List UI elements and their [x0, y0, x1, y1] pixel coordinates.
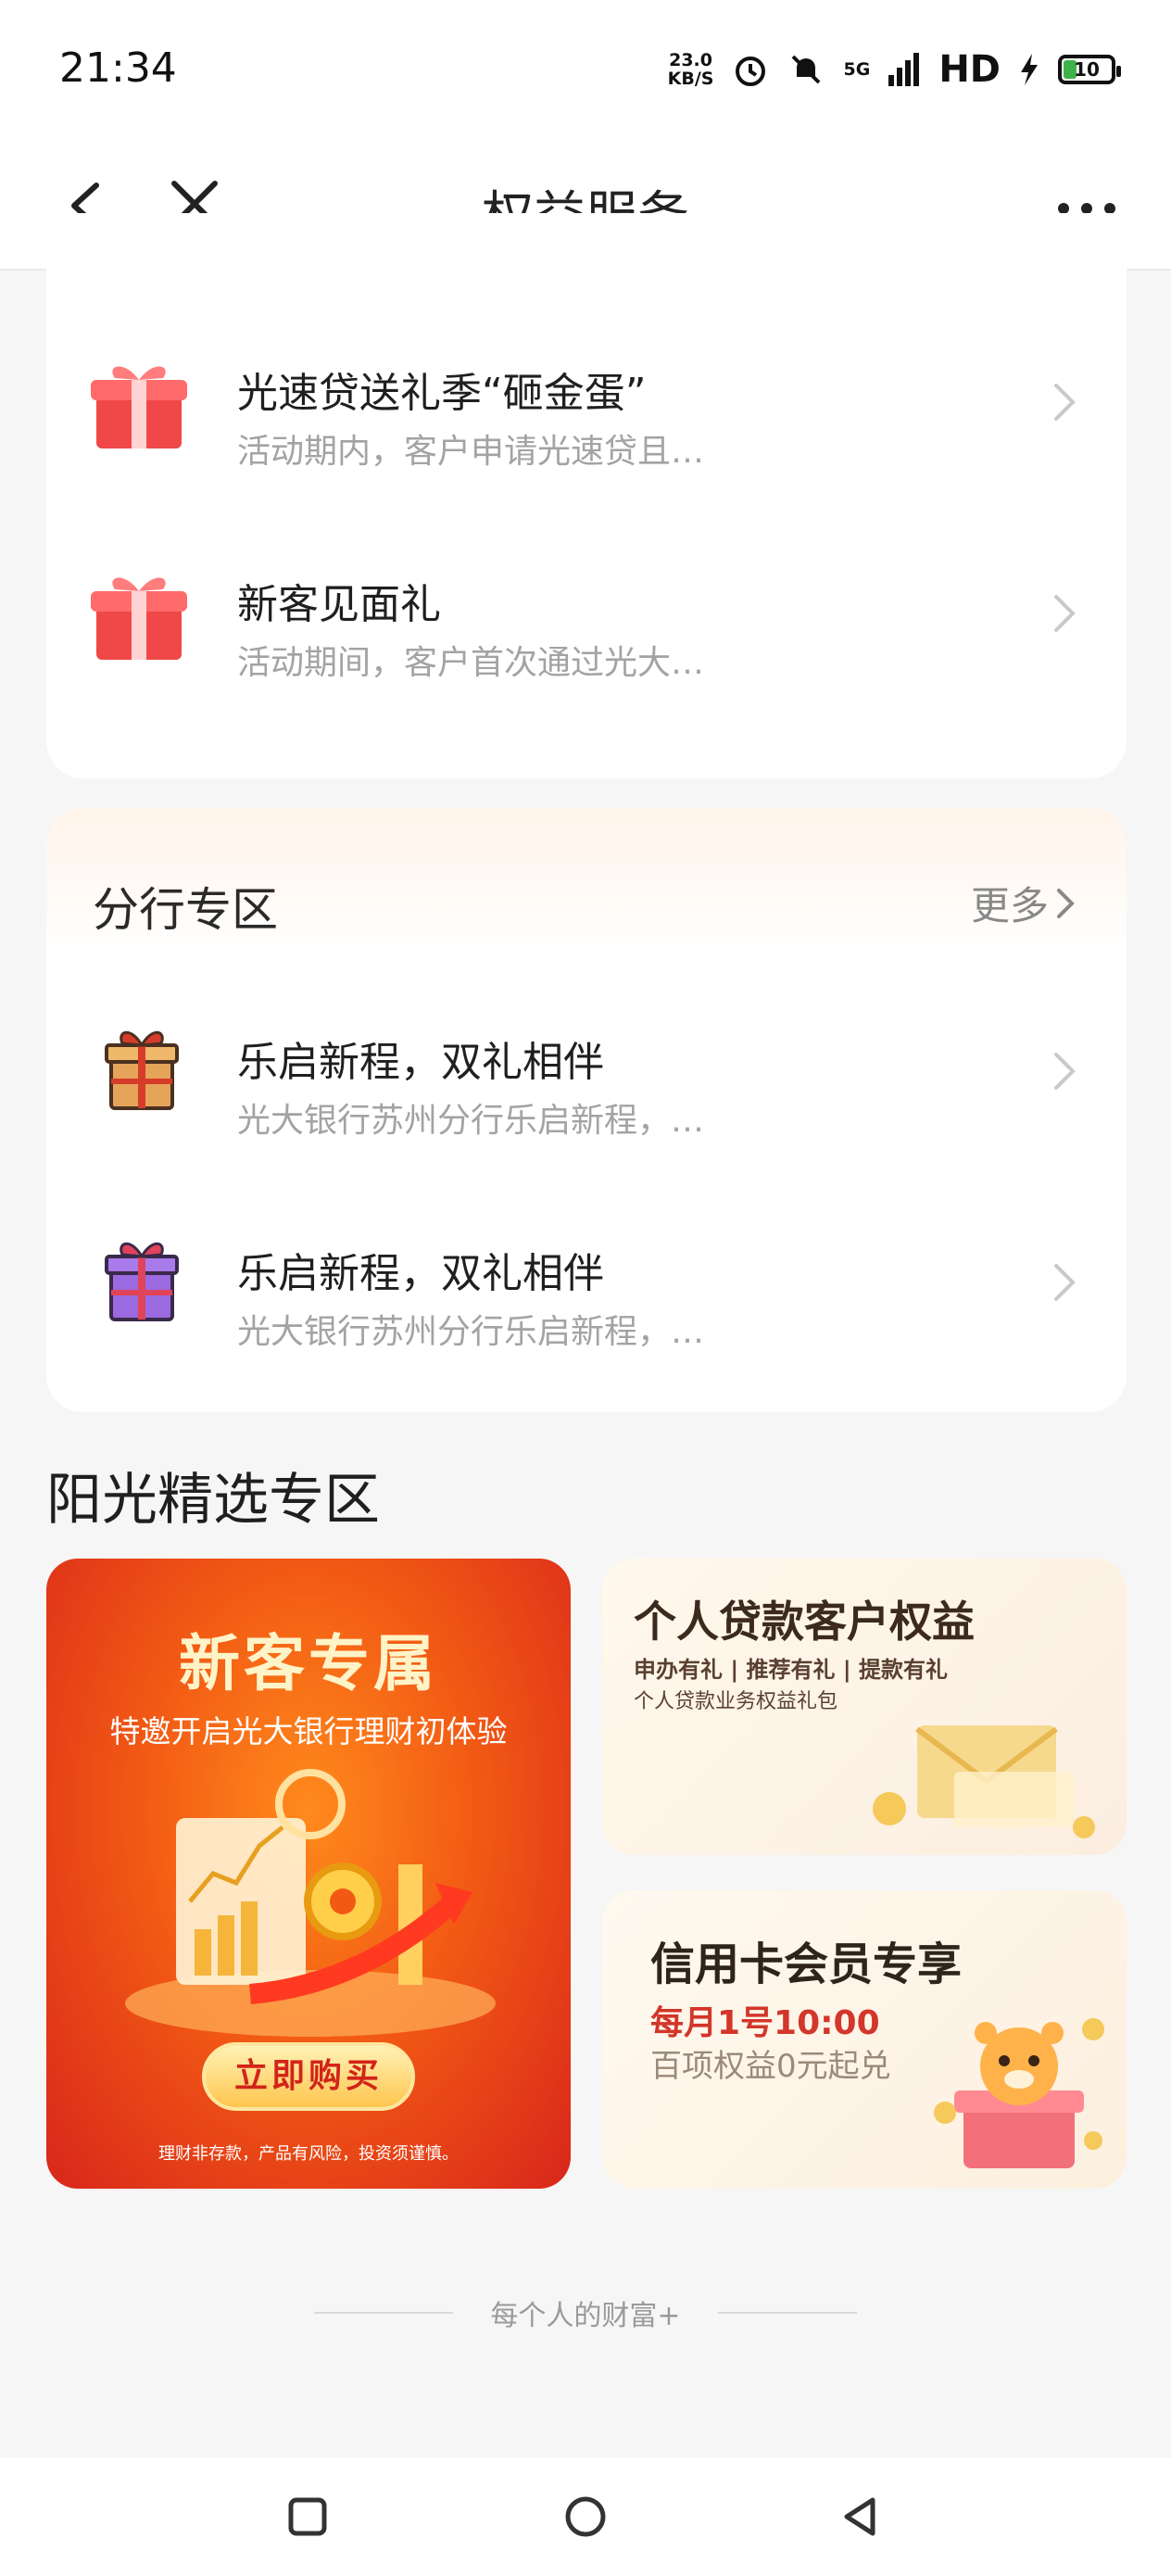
banner-title: 新客专属: [179, 1628, 438, 1699]
chevron-right-icon: [1054, 595, 1076, 632]
item-desc: 活动期间，客户首次通过光大…: [237, 644, 705, 682]
loan-rights-banner[interactable]: 个人贷款客户权益 申办有礼 | 推荐有礼 | 提款有礼 个人贷款业务权益礼包: [602, 1559, 1127, 1855]
item-desc: 活动期内，客户申请光速贷且…: [237, 433, 705, 471]
envelope-icon: [873, 1725, 1095, 1838]
banner-subtitle-2: 个人贷款业务权益礼包: [634, 1690, 838, 1713]
buy-now-button[interactable]: 立即购买: [202, 2042, 415, 2111]
new-customer-banner[interactable]: 新客专属 特邀开启光大银行理财初体验 立即购买 理财非存款，产品有风险，投资须谨…: [46, 1559, 571, 2189]
list-item[interactable]: 新客见面礼 活动期间，客户首次通过光大…: [46, 517, 1127, 702]
status-time: 21:34: [59, 44, 177, 92]
divider: [717, 2312, 857, 2314]
more-link[interactable]: 更多: [971, 875, 1075, 931]
credit-card-banner[interactable]: 信用卡会员专享 每月1号10:00 百项权益0元起兑: [602, 1890, 1127, 2189]
banner-subtitle-2: 百项权益0元起兑: [650, 2048, 891, 2085]
item-title: 乐启新程，双礼相伴: [237, 1039, 604, 1086]
list-item[interactable]: 光速贷送礼季“砸金蛋” 活动期内，客户申请光速贷且…: [46, 306, 1127, 491]
battery-text: 10: [1074, 58, 1100, 81]
item-title: 新客见面礼: [237, 581, 441, 628]
item-title: 乐启新程，双礼相伴: [237, 1250, 604, 1297]
gift-box-icon: [91, 366, 187, 448]
gift-box-icon: [105, 1242, 179, 1321]
net-speed-value: 23.0: [669, 50, 712, 70]
item-desc: 光大银行苏州分行乐启新程，…: [237, 1102, 705, 1140]
net-speed-unit: KB/S: [667, 69, 714, 89]
banner-subtitle: 申办有礼 | 推荐有礼 | 提款有礼: [634, 1657, 948, 1683]
chevron-right-icon: [1054, 384, 1076, 421]
footer-slogan: 每个人的财富+: [0, 2292, 1171, 2333]
signal-icon: [888, 53, 920, 86]
hd-label: HD: [938, 48, 1001, 91]
banner-subtitle: 每月1号10:00: [650, 2004, 880, 2042]
chevron-right-icon: [1057, 888, 1075, 918]
system-nav-bar: [0, 2457, 1171, 2576]
item-desc: 光大银行苏州分行乐启新程，…: [237, 1313, 705, 1351]
charging-icon: [1021, 54, 1038, 85]
rights-card: 光速贷送礼季“砸金蛋” 活动期内，客户申请光速贷且… 新客见面礼 活动期间，客户…: [46, 213, 1127, 778]
home-icon[interactable]: [563, 2494, 608, 2539]
more-label: 更多: [970, 883, 1049, 928]
item-title: 光速贷送礼季“砸金蛋”: [237, 370, 647, 417]
banner-subtitle: 特邀开启光大银行理财初体验: [109, 1713, 508, 1749]
status-icons: 23.0 KB/S 5G HD 10: [668, 48, 1121, 91]
battery-icon: 10: [1058, 55, 1121, 84]
list-item[interactable]: 乐启新程，双礼相伴 光大银行苏州分行乐启新程，…: [46, 975, 1127, 1160]
banner-title: 个人贷款客户权益: [634, 1597, 975, 1647]
status-bar: 21:34 23.0 KB/S 5G HD 10: [0, 0, 1171, 139]
list-item[interactable]: 乐启新程，双礼相伴 光大银行苏州分行乐启新程，…: [46, 1186, 1127, 1371]
risk-note: 理财非存款，产品有风险，投资须谨慎。: [158, 2144, 459, 2164]
chevron-right-icon: [1054, 1053, 1076, 1090]
divider: [314, 2312, 454, 2314]
banner-title: 信用卡会员专享: [650, 1938, 963, 1990]
signal-label: 5G: [843, 59, 871, 80]
gift-box-icon: [105, 1030, 179, 1110]
chevron-right-icon: [1054, 1264, 1076, 1301]
mascot-icon: [934, 2018, 1104, 2168]
net-speed: 23.0 KB/S: [668, 51, 714, 88]
alarm-icon: [736, 57, 766, 86]
finance-illustration: [125, 1769, 496, 2037]
section-title: 阳光精选专区: [46, 1468, 380, 1533]
gift-box-icon: [91, 577, 187, 660]
recent-apps-icon[interactable]: [285, 2494, 330, 2539]
section-title: 分行专区: [93, 883, 278, 937]
mute-bell-icon: [792, 55, 821, 84]
page: 21:34 23.0 KB/S 5G HD 10 光速贷送礼季“砸金蛋” 活动期…: [0, 0, 1171, 2576]
back-nav-icon[interactable]: [837, 2494, 882, 2539]
slogan-text: 每个人的财富+: [490, 2300, 681, 2332]
branch-card: 分行专区 更多 乐启新程，双礼相伴 光大银行苏州分行乐启新程，… 乐启新程，双礼…: [46, 808, 1127, 1412]
